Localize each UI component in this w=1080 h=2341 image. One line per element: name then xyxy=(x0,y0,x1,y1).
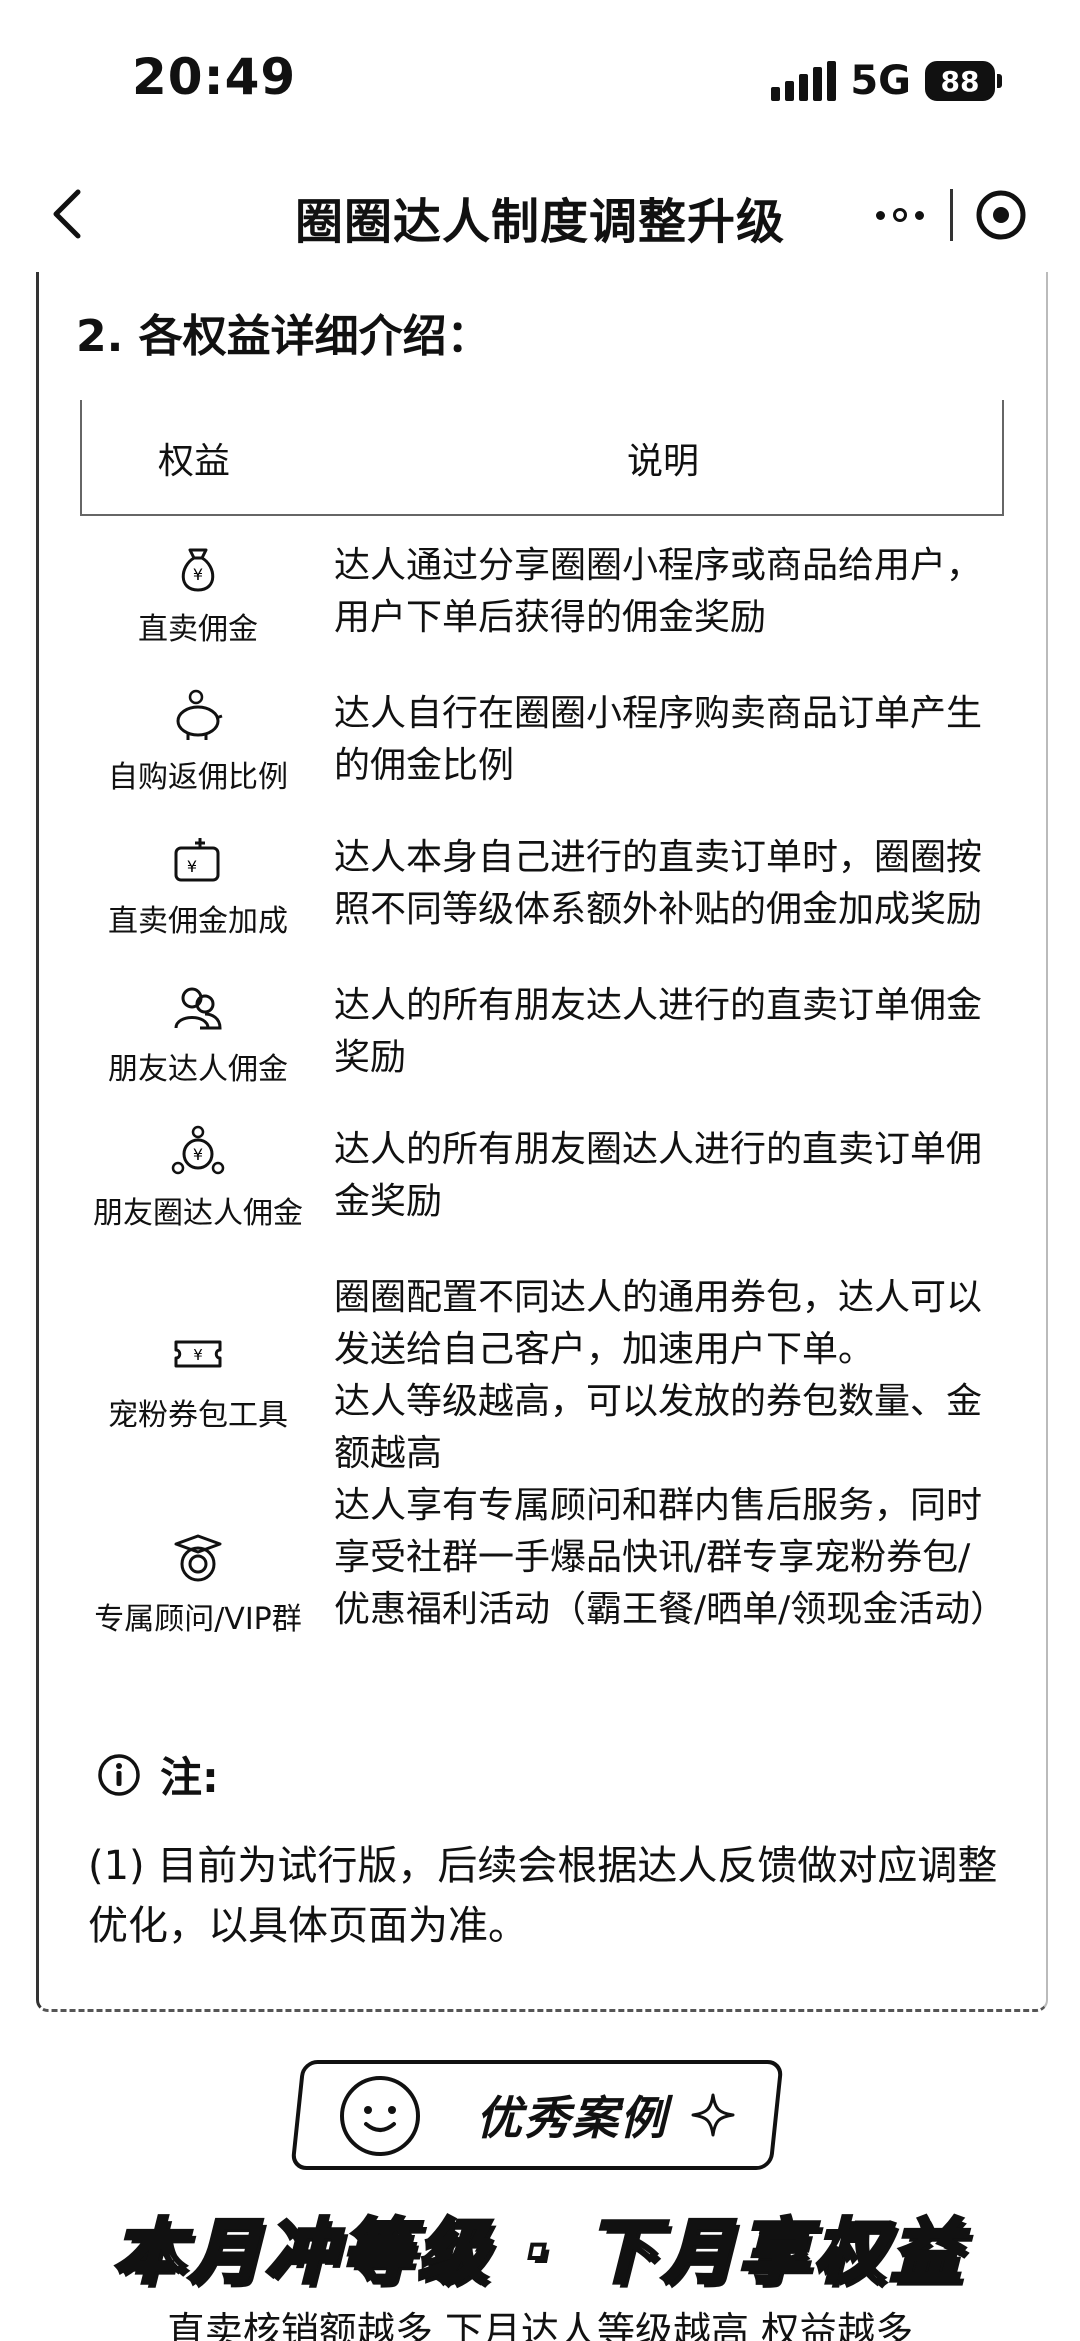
money-bag-icon: ¥ xyxy=(181,548,215,592)
wallet-plus-icon: ¥ xyxy=(174,838,220,882)
info-icon xyxy=(98,1753,140,1796)
benefit-description: 达人本身自己进行的直卖订单时，圈圈按照不同等级体系额外补贴的佣金加成奖励 xyxy=(334,837,983,930)
benefit-name: 专属顾问/VIP群 xyxy=(94,1602,302,1637)
slogan-title: 本月冲等级 · 下月享权益 xyxy=(111,2209,967,2295)
benefit-name: 朋友圈达人佣金 xyxy=(93,1196,303,1231)
excellent-case-badge: 优秀案例 xyxy=(290,2060,784,2170)
svg-text:¥: ¥ xyxy=(193,1145,203,1164)
benefit-description: 达人通过分享圈圈小程序或商品给用户，用户下单后获得的佣金奖励 xyxy=(334,545,983,638)
section-title: 2. 各权益详细介绍： xyxy=(76,311,491,362)
benefit-name: 直卖佣金 xyxy=(138,612,258,647)
advisor-icon xyxy=(174,1534,222,1582)
note-heading: 注: xyxy=(96,1744,219,1805)
network-type: 5G xyxy=(850,58,911,104)
svg-text:¥: ¥ xyxy=(193,565,203,584)
note-label: 注: xyxy=(160,1753,219,1802)
benefit-description: 圈圈配置不同达人的通用券包，达人可以发送给自己客户，加速用户下单。 达人等级越高… xyxy=(334,1277,983,1474)
mini-program-capsule xyxy=(850,180,1050,250)
benefit-description: 达人自行在圈圈小程序购卖商品订单产生的佣金比例 xyxy=(334,693,983,786)
coupon-icon: ¥ xyxy=(174,1340,222,1368)
nav-bar: 圈圈达人制度调整升级 xyxy=(0,160,1080,270)
sparkle-icon xyxy=(691,2093,735,2137)
piggy-bank-icon xyxy=(176,689,223,740)
status-indicators: 5G 88 xyxy=(771,58,1002,104)
network-money-icon: ¥ xyxy=(171,1125,225,1175)
header-description: 说明 xyxy=(627,441,700,482)
svg-text:¥: ¥ xyxy=(187,857,197,876)
svg-text:¥: ¥ xyxy=(193,1346,203,1364)
note-text: (1) 目前为试行版，后续会根据达人反馈做对应调整优化，以具体页面为准。 xyxy=(88,1843,998,1949)
battery-level: 88 xyxy=(925,61,995,101)
status-bar: 20:49 5G 88 xyxy=(0,0,1080,150)
table-header: 权益 说明 xyxy=(80,400,1004,516)
benefit-name: 直卖佣金加成 xyxy=(108,904,288,939)
battery-icon: 88 xyxy=(925,61,1002,101)
status-time: 20:49 xyxy=(132,48,297,106)
benefit-description: 达人享有专属顾问和群内售后服务，同时享受社群一手爆品快讯/群专享宠粉券包/优惠福… xyxy=(334,1485,1007,1630)
benefit-description: 达人的所有朋友达人进行的直卖订单佣金奖励 xyxy=(334,985,983,1078)
close-button[interactable] xyxy=(953,180,1049,250)
benefit-name: 朋友达人佣金 xyxy=(108,1052,288,1087)
signal-icon xyxy=(771,61,837,101)
slogan-subtitle: 直卖核销额越多 下月达人等级越高 权益越多 xyxy=(166,2309,914,2341)
benefit-name: 宠粉券包工具 xyxy=(108,1398,288,1433)
benefit-name: 自购返佣比例 xyxy=(108,760,288,795)
friends-icon xyxy=(174,987,222,1030)
smiley-face-icon xyxy=(340,2076,420,2156)
benefit-description: 达人的所有朋友圈达人进行的直卖订单佣金奖励 xyxy=(334,1129,983,1222)
header-benefit: 权益 xyxy=(158,441,231,482)
badge-text: 优秀案例 xyxy=(476,2091,668,2145)
more-button[interactable] xyxy=(850,180,950,250)
target-close-icon xyxy=(976,190,1026,240)
